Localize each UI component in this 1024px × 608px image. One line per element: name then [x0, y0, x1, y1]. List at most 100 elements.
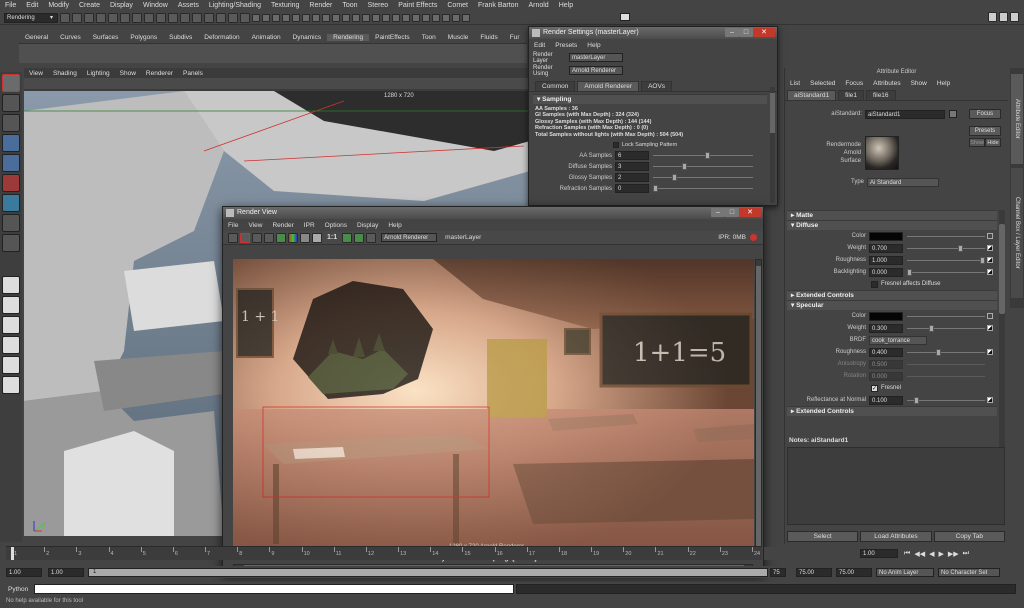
- renderer-dropdown[interactable]: Arnold Renderer: [381, 233, 438, 242]
- menu-toon[interactable]: Toon: [337, 2, 362, 9]
- status-tool-icon[interactable]: [322, 13, 331, 22]
- status-tool-icon[interactable]: [282, 13, 291, 22]
- rv-menu-ipr[interactable]: IPR: [299, 222, 320, 229]
- display-alpha-icon[interactable]: [300, 232, 310, 243]
- reflectance-knob[interactable]: [914, 396, 920, 404]
- ae-menu-selected[interactable]: Selected: [805, 80, 840, 87]
- snapshot-icon[interactable]: [252, 232, 262, 243]
- viewport-menu-show[interactable]: Show: [115, 70, 141, 77]
- shelf-tab-polygons[interactable]: Polygons: [124, 34, 163, 41]
- menu-paint-effects[interactable]: Paint Effects: [393, 2, 442, 9]
- time-cursor[interactable]: [11, 547, 14, 560]
- status-tool-icon[interactable]: [432, 13, 441, 22]
- ae-menu-focus[interactable]: Focus: [840, 80, 868, 87]
- presets-button[interactable]: Presets: [969, 126, 1001, 136]
- diffuse-color-map-icon[interactable]: [987, 233, 993, 239]
- shelf-tab-muscle[interactable]: Muscle: [442, 34, 475, 41]
- select-tool-icon[interactable]: [2, 74, 20, 92]
- viewport-menu-lighting[interactable]: Lighting: [82, 70, 115, 77]
- sampling-row-knob[interactable]: [653, 185, 658, 193]
- shelf-tab-toon[interactable]: Toon: [416, 34, 442, 41]
- shelf-tab-rendering[interactable]: Rendering: [327, 33, 370, 41]
- rv-menu-options[interactable]: Options: [320, 222, 352, 229]
- anim-layer-dropdown[interactable]: No Anim Layer: [876, 567, 934, 577]
- render-settings-scrollbar[interactable]: [770, 87, 775, 203]
- soft-mod-icon[interactable]: [2, 214, 20, 232]
- show-ui-icon[interactable]: [240, 12, 251, 23]
- sampling-row-field[interactable]: 3: [615, 162, 649, 172]
- reflectance-map-icon[interactable]: [987, 397, 993, 403]
- sampling-row-slider[interactable]: [653, 185, 753, 193]
- shelf-tab-curves[interactable]: Curves: [54, 34, 87, 41]
- show-button[interactable]: Show: [969, 138, 985, 147]
- lock-sampling-checkbox[interactable]: [613, 142, 619, 149]
- viewport-menu-shading[interactable]: Shading: [48, 70, 82, 77]
- matte-section[interactable]: ▸ Matte: [787, 210, 997, 220]
- menu-arnold[interactable]: Arnold: [523, 2, 553, 9]
- specular-color-slider[interactable]: [907, 315, 985, 317]
- ae-tab-aistandard1[interactable]: aiStandard1: [787, 89, 837, 100]
- material-swatch[interactable]: [865, 136, 899, 170]
- backlighting-field[interactable]: 0.000: [869, 267, 903, 277]
- sampling-row-slider[interactable]: [653, 174, 753, 182]
- shelf-tab-fluids[interactable]: Fluids: [474, 34, 503, 41]
- status-tool-icon[interactable]: [462, 13, 471, 22]
- ae-tab-file16[interactable]: file16: [866, 89, 896, 100]
- command-input[interactable]: [34, 584, 514, 594]
- menu-render[interactable]: Render: [304, 2, 337, 9]
- mode-dropdown-icon[interactable]: ▾: [50, 14, 53, 21]
- backlighting-slider[interactable]: [907, 268, 985, 276]
- range-start2-field[interactable]: 1.00: [48, 567, 84, 577]
- type-dropdown[interactable]: Ai Standard: [867, 177, 939, 187]
- shelf-tab-animation[interactable]: Animation: [246, 34, 287, 41]
- status-tool-icon[interactable]: [272, 13, 281, 22]
- rs-tab-aovs[interactable]: AOVs: [641, 80, 673, 91]
- sampling-section[interactable]: ▾ Sampling: [533, 94, 767, 104]
- diffuse-weight-slider[interactable]: [907, 244, 985, 252]
- sym-icon[interactable]: [620, 13, 630, 21]
- render-settings-titlebar[interactable]: Render Settings (masterLayer) – □ ✕: [529, 27, 777, 39]
- status-tool-icon[interactable]: [372, 13, 381, 22]
- ipr-render-icon[interactable]: [264, 232, 274, 243]
- render-settings-close-icon[interactable]: ✕: [753, 28, 775, 37]
- status-tool-icon[interactable]: [342, 13, 351, 22]
- menu-display[interactable]: Display: [105, 2, 138, 9]
- select-component-icon[interactable]: [120, 12, 131, 23]
- status-tool-icon[interactable]: [262, 13, 271, 22]
- shelf-tab-deformation[interactable]: Deformation: [198, 34, 245, 41]
- diffuse-roughness-slider[interactable]: [907, 256, 985, 264]
- stop-render-icon[interactable]: [750, 234, 757, 241]
- diffuse-roughness-map-icon[interactable]: [987, 257, 993, 263]
- ae-tab-file1[interactable]: file1: [838, 89, 864, 100]
- rv-menu-file[interactable]: File: [223, 222, 243, 229]
- menu-lighting-shading[interactable]: Lighting/Shading: [204, 2, 266, 9]
- status-tool-icon[interactable]: [392, 13, 401, 22]
- status-tool-icon[interactable]: [382, 13, 391, 22]
- hypershade-icon[interactable]: [228, 12, 239, 23]
- specular-weight-knob[interactable]: [928, 324, 934, 332]
- range-end2-field[interactable]: 75.00: [836, 567, 872, 577]
- range-end-field[interactable]: 75.00: [796, 567, 832, 577]
- scale-tool-icon[interactable]: [2, 174, 20, 192]
- shelf-tab-dynamics[interactable]: Dynamics: [287, 34, 328, 41]
- remove-image-icon[interactable]: [354, 232, 365, 243]
- side-tab-attribute-editor[interactable]: Attribute Editor: [1011, 74, 1023, 164]
- menu-stereo[interactable]: Stereo: [363, 2, 394, 9]
- sampling-row-field[interactable]: 0: [615, 184, 649, 194]
- display-luminance-icon[interactable]: [312, 232, 322, 243]
- specular-color-swatch[interactable]: [869, 311, 903, 321]
- render-settings-minimize-icon[interactable]: –: [725, 28, 739, 37]
- backlighting-knob[interactable]: [907, 268, 912, 276]
- specular-roughness-slider[interactable]: [907, 348, 985, 356]
- character-set-dropdown[interactable]: No Character Set: [938, 567, 1000, 577]
- sampling-row-slider[interactable]: [653, 152, 753, 160]
- specular-color-map-icon[interactable]: [987, 313, 993, 319]
- render-view-close-icon[interactable]: ✕: [739, 208, 761, 217]
- specular-roughness-map-icon[interactable]: [987, 349, 993, 355]
- status-tool-icon[interactable]: [302, 13, 311, 22]
- menu-file[interactable]: File: [0, 2, 21, 9]
- ipr-render-icon[interactable]: [204, 12, 215, 23]
- range-end-marker[interactable]: 75: [770, 567, 786, 577]
- node-name-field[interactable]: aiStandard1: [865, 109, 945, 119]
- current-frame-field[interactable]: 1.00: [860, 549, 898, 558]
